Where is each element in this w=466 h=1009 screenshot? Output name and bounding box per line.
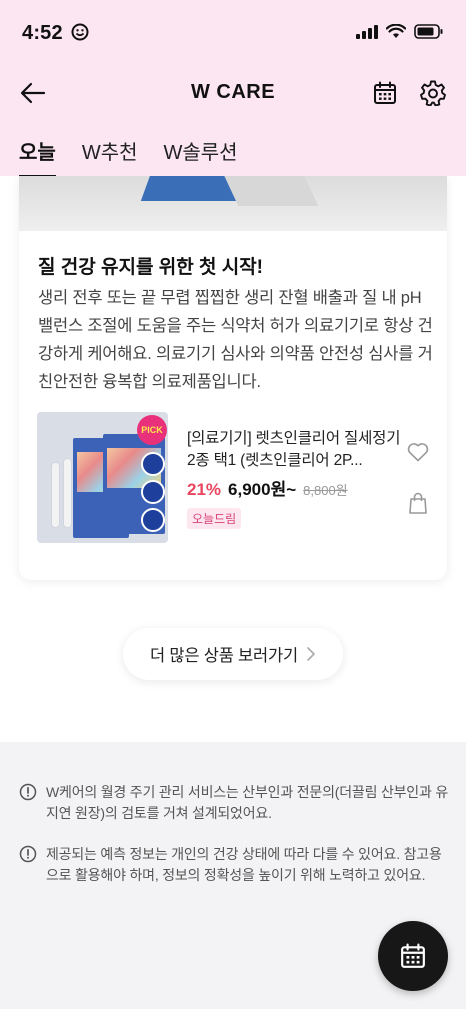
notice-text: W케어의 월경 주기 관리 서비스는 산부인과 전문의(더끌림 산부인과 유지연… (46, 784, 449, 821)
wifi-icon (386, 24, 406, 38)
battery-icon (414, 24, 443, 39)
status-bar: 4:52 (0, 0, 466, 66)
tab-bar: 오늘 W추천 W솔루션 (0, 136, 264, 178)
banner-image (19, 176, 447, 231)
feature-badge (141, 480, 165, 504)
content-card: 질 건강 유지를 위한 첫 시작! 생리 전후 또는 끝 무렵 찝찝한 생리 잔… (19, 176, 447, 580)
discount-rate: 21% (187, 480, 222, 499)
tab-w-solution[interactable]: W솔루션 (164, 136, 238, 176)
calendar-button[interactable] (370, 78, 400, 108)
tab-w-recommend[interactable]: W추천 (82, 136, 138, 176)
notice-item: W케어의 월경 주기 관리 서비스는 산부인과 전문의(더끌림 산부인과 유지연… (19, 782, 449, 824)
price-row: 21% 6,900원~ 8,800원 (187, 475, 348, 500)
tab-today[interactable]: 오늘 (19, 136, 56, 178)
calendar-fab-button[interactable] (378, 921, 448, 991)
info-icon (19, 845, 37, 863)
notice-item: 제공되는 예측 정보는 개인의 건강 상태에 따라 다를 수 있어요. 참고용으… (19, 844, 449, 886)
delivery-tag: 오늘드림 (187, 508, 242, 529)
smiley-icon (71, 23, 89, 41)
wishlist-button[interactable] (407, 442, 429, 464)
card-description: 생리 전후 또는 끝 무렵 찝찝한 생리 잔혈 배출과 질 내 pH 밸런스 조… (38, 289, 433, 391)
feature-badge (141, 508, 165, 532)
banner-image-shape (219, 176, 319, 206)
status-indicators (356, 24, 444, 39)
app-header: W CARE 오늘 W추천 W솔루션 (0, 66, 466, 178)
gear-icon (420, 80, 446, 106)
view-more-products-button[interactable]: 더 많은 상품 보러가기 (123, 628, 343, 680)
sale-price: 6,900원~ (228, 480, 297, 499)
product-name[interactable]: [의료기기] 렛츠인클리어 질세정기 2종 택1 (렛츠인클리어 2P... (187, 428, 402, 472)
applicator-image (51, 462, 60, 528)
settings-button[interactable] (418, 78, 448, 108)
calendar-icon (401, 943, 425, 968)
notice-text: 제공되는 예측 정보는 개인의 건강 상태에 따라 다를 수 있어요. 참고용으… (46, 846, 442, 883)
calendar-icon (374, 81, 396, 104)
status-time-text: 4:52 (22, 22, 63, 44)
original-price: 8,800원 (303, 483, 348, 498)
add-to-cart-button[interactable] (408, 492, 428, 514)
pick-badge: PICK (137, 415, 167, 445)
chevron-right-icon (307, 647, 315, 661)
product-image[interactable]: PICK (37, 412, 168, 543)
heart-icon (407, 443, 429, 462)
info-icon (19, 783, 37, 801)
status-time: 4:52 (22, 22, 89, 45)
main-content: 질 건강 유지를 위한 첫 시작! 생리 전후 또는 끝 무렵 찝찝한 생리 잔… (0, 176, 466, 1009)
card-title: 질 건강 유지를 위한 첫 시작! (38, 257, 264, 278)
shopping-bag-icon (409, 492, 427, 514)
product-item: PICK [의료기기] 렛츠인클리어 질세정기 2종 택1 (렛츠인클리어 2P… (37, 412, 437, 544)
signal-icon (356, 24, 378, 39)
view-more-label: 더 많은 상품 보러가기 (150, 647, 298, 665)
feature-badge (141, 452, 165, 476)
applicator-image (63, 458, 72, 528)
